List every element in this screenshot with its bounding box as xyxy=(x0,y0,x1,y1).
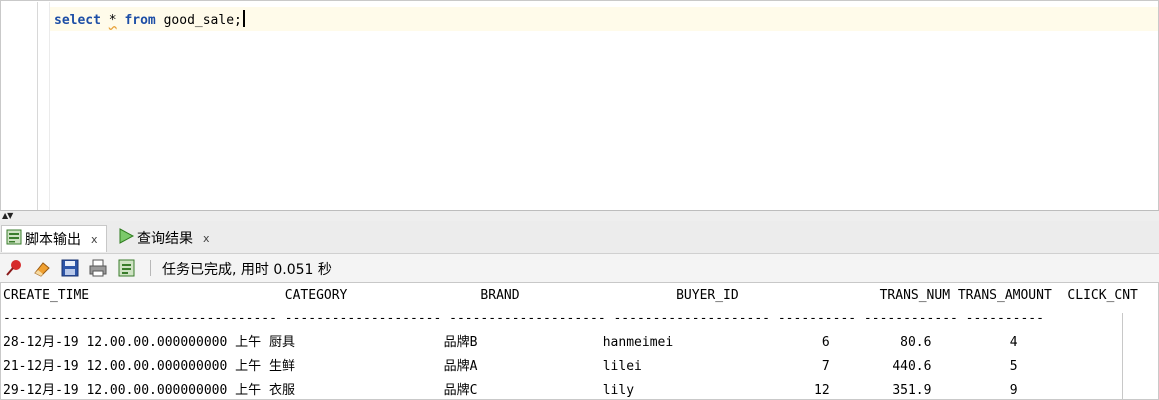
sql-table-name: good_sale; xyxy=(163,13,242,28)
output-row: 29-12月-19 12.00.00.000000000 上午 衣服 品牌C l… xyxy=(3,383,1018,398)
toolbar-separator xyxy=(150,260,151,276)
sql-keyword-from: from xyxy=(124,13,156,28)
sql-keyword-select: select xyxy=(54,13,101,28)
column-divider xyxy=(1122,313,1123,399)
run-arrow-icon xyxy=(117,227,135,249)
output-toolbar: 任务已完成, 用时 0.051 秒 xyxy=(0,254,1159,283)
sql-code-line[interactable]: select * from good_sale; xyxy=(54,10,245,28)
splitter-arrows-icon[interactable]: ▲▼ xyxy=(2,211,13,220)
save-icon[interactable] xyxy=(60,258,80,278)
tab-script-output[interactable]: 脚本输出 x xyxy=(1,225,107,252)
script-output-icon xyxy=(5,228,23,250)
print-icon[interactable] xyxy=(88,258,108,278)
close-icon[interactable]: x xyxy=(203,232,210,245)
output-row: 21-12月-19 12.00.00.000000000 上午 生鲜 品牌A l… xyxy=(3,359,1018,374)
tab-query-result-label: 查询结果 xyxy=(137,231,193,247)
script-output-area[interactable]: CREATE_TIME CATEGORY BRAND BUYER_ID TRAN… xyxy=(0,283,1159,400)
export-icon[interactable] xyxy=(117,258,137,278)
fold-gutter xyxy=(49,2,50,210)
status-text: 任务已完成, 用时 0.051 秒 xyxy=(162,262,332,278)
output-rule: ----------------------------------- ----… xyxy=(3,311,1044,326)
output-header: CREATE_TIME CATEGORY BRAND BUYER_ID TRAN… xyxy=(3,288,1138,303)
output-row: 28-12月-19 12.00.00.000000000 上午 厨具 品牌B h… xyxy=(3,335,1018,350)
close-icon[interactable]: x xyxy=(91,233,98,246)
panel-splitter[interactable]: ▲▼ xyxy=(0,210,1159,221)
tab-script-output-label: 脚本输出 xyxy=(25,232,81,248)
output-tab-bar: 脚本输出 x 查询结果 x xyxy=(0,221,1159,254)
tab-query-result[interactable]: 查询结果 x xyxy=(114,225,224,251)
text-caret xyxy=(242,10,245,27)
pin-icon[interactable] xyxy=(4,258,24,278)
eraser-icon[interactable] xyxy=(32,258,52,278)
sql-editor[interactable]: select * from good_sale; xyxy=(0,0,1159,211)
sql-star-warning: * xyxy=(108,13,117,28)
line-gutter xyxy=(37,2,38,210)
